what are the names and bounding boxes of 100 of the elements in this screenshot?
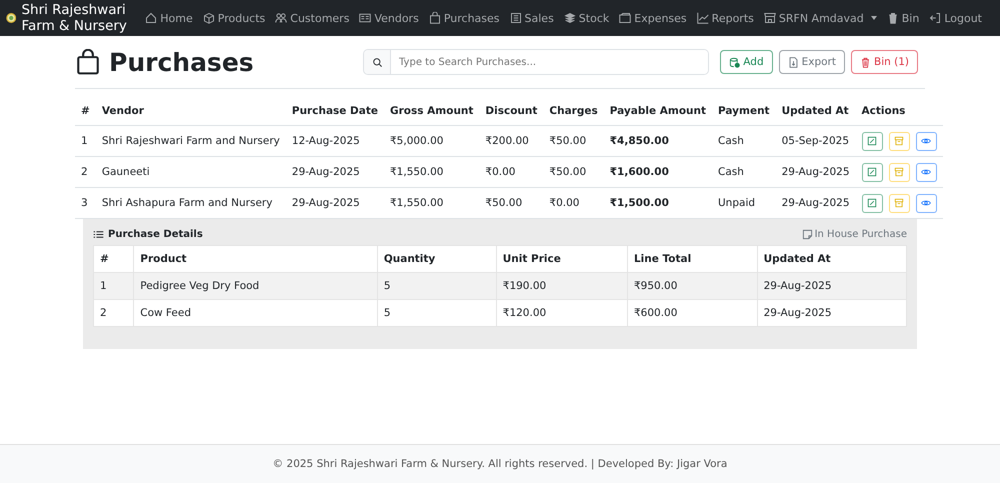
search-icon — [372, 56, 382, 68]
note-icon — [802, 229, 813, 240]
column-header: Charges — [543, 103, 604, 126]
database-add-icon — [729, 56, 740, 68]
table-cell: Cash — [712, 126, 776, 156]
export-button[interactable]: Export — [778, 50, 845, 74]
eye-icon — [921, 167, 932, 177]
table-cell: Cow Feed — [134, 300, 378, 326]
shopping-bag-icon — [75, 49, 101, 75]
column-header: Vendor — [96, 103, 286, 126]
column-header: # — [75, 103, 96, 126]
panel-title: Purchase Details — [108, 229, 203, 240]
table-cell: 29-Aug-2025 — [776, 156, 856, 188]
page-title: Purchases — [109, 48, 254, 76]
brand-name[interactable]: Shri Rajeshwari Farm & Nursery — [21, 2, 134, 34]
branch-dropdown[interactable]: SRFN Amdavad — [764, 12, 877, 24]
table-cell: 05-Sep-2025 — [776, 126, 856, 156]
nav-link[interactable]: Customers — [275, 12, 350, 24]
home-icon — [145, 12, 158, 24]
table-cell: Cash — [712, 156, 776, 188]
table-cell: ₹200.00 — [479, 126, 544, 156]
column-header: Actions — [856, 103, 943, 126]
archive-icon — [894, 198, 904, 208]
bin-button[interactable]: Bin (1) — [851, 50, 918, 74]
table-cell: 2 — [75, 156, 96, 188]
table-cell: 5 — [377, 272, 496, 300]
column-header: Gross Amount — [384, 103, 480, 126]
table-cell: ₹50.00 — [543, 126, 604, 156]
table-cell: 29-Aug-2025 — [286, 156, 384, 188]
eye-icon — [921, 136, 932, 146]
table-cell: 5 — [377, 300, 496, 326]
nav-link[interactable]: Expenses — [619, 12, 687, 24]
column-header: Payment — [712, 103, 776, 126]
edit-icon — [867, 198, 878, 208]
table-cell: 2 — [94, 300, 134, 326]
table-cell: Shri Rajeshwari Farm and Nursery — [96, 126, 286, 156]
table-cell: ₹50.00 — [543, 156, 604, 188]
chart-icon — [696, 12, 709, 24]
nav-link[interactable]: Logout — [929, 12, 982, 24]
list-icon — [93, 229, 104, 240]
bag-icon — [428, 12, 441, 24]
stack-icon — [564, 12, 576, 24]
column-header: Updated At — [757, 246, 906, 272]
column-header: Purchase Date — [286, 103, 384, 126]
trash-icon — [886, 12, 899, 24]
table-cell: ₹950.00 — [627, 272, 758, 300]
table-cell: 29-Aug-2025 — [757, 272, 906, 300]
nav-link[interactable]: Bin — [886, 12, 920, 24]
logout-icon — [929, 12, 942, 24]
table-cell: ₹0.00 — [479, 156, 544, 188]
table-cell: 12-Aug-2025 — [286, 126, 384, 156]
table-cell: Pedigree Veg Dry Food — [134, 272, 378, 300]
table-cell: Gauneeti — [96, 156, 286, 188]
edit-icon — [867, 167, 878, 177]
nav-link[interactable]: Stock — [564, 12, 610, 24]
view-button[interactable] — [916, 194, 937, 212]
nav-link[interactable]: Vendors — [359, 12, 419, 24]
purchase-type: In House Purchase — [814, 229, 907, 240]
view-button[interactable] — [916, 162, 937, 182]
eye-icon — [921, 198, 932, 208]
footer-text: © 2025 Shri Rajeshwari Farm & Nursery. All rights reserved. | Developed By: Jigar Vora — [272, 458, 728, 470]
table-cell: 1 — [75, 126, 96, 156]
file-download-icon — [788, 56, 799, 68]
nav-link[interactable]: Purchases — [428, 12, 500, 24]
table-cell: ₹1,550.00 — [384, 156, 480, 188]
edit-button[interactable] — [862, 162, 883, 182]
table-cell: ₹4,850.00 — [604, 126, 712, 156]
table-cell: ₹600.00 — [627, 300, 758, 326]
edit-button[interactable] — [862, 194, 883, 212]
edit-icon — [867, 136, 878, 146]
table-cell: ₹5,000.00 — [384, 126, 480, 156]
receipt-icon — [510, 12, 522, 24]
edit-button[interactable] — [862, 132, 883, 150]
store-icon — [764, 12, 776, 24]
column-header: Updated At — [776, 103, 856, 126]
table-cell: 1 — [94, 272, 134, 300]
column-header: Quantity — [377, 246, 496, 272]
column-header: Product — [134, 246, 378, 272]
add-button[interactable]: Add — [720, 50, 773, 74]
view-button[interactable] — [916, 132, 937, 150]
search-field[interactable]: Type to Search Purchases... — [363, 49, 709, 75]
column-header: Unit Price — [496, 246, 628, 272]
box-icon — [202, 12, 215, 24]
table-cell: ₹120.00 — [496, 300, 628, 326]
wallet-icon — [619, 12, 632, 24]
archive-icon — [894, 136, 904, 146]
column-header: Payable Amount — [604, 103, 712, 126]
table-cell: ₹190.00 — [496, 272, 628, 300]
nav-link[interactable]: Reports — [696, 12, 754, 24]
column-header: Line Total — [627, 246, 758, 272]
column-header: Discount — [479, 103, 544, 126]
nav-link[interactable]: Home — [145, 12, 193, 24]
nav-link[interactable]: Sales — [510, 12, 554, 24]
trash-icon — [860, 56, 871, 68]
people-icon — [275, 12, 288, 24]
id-card-icon — [359, 12, 372, 24]
table-cell: 29-Aug-2025 — [757, 300, 906, 326]
nav-link[interactable]: Products — [202, 12, 266, 24]
archive-icon — [894, 167, 904, 177]
table-cell: ₹1,600.00 — [604, 156, 712, 188]
